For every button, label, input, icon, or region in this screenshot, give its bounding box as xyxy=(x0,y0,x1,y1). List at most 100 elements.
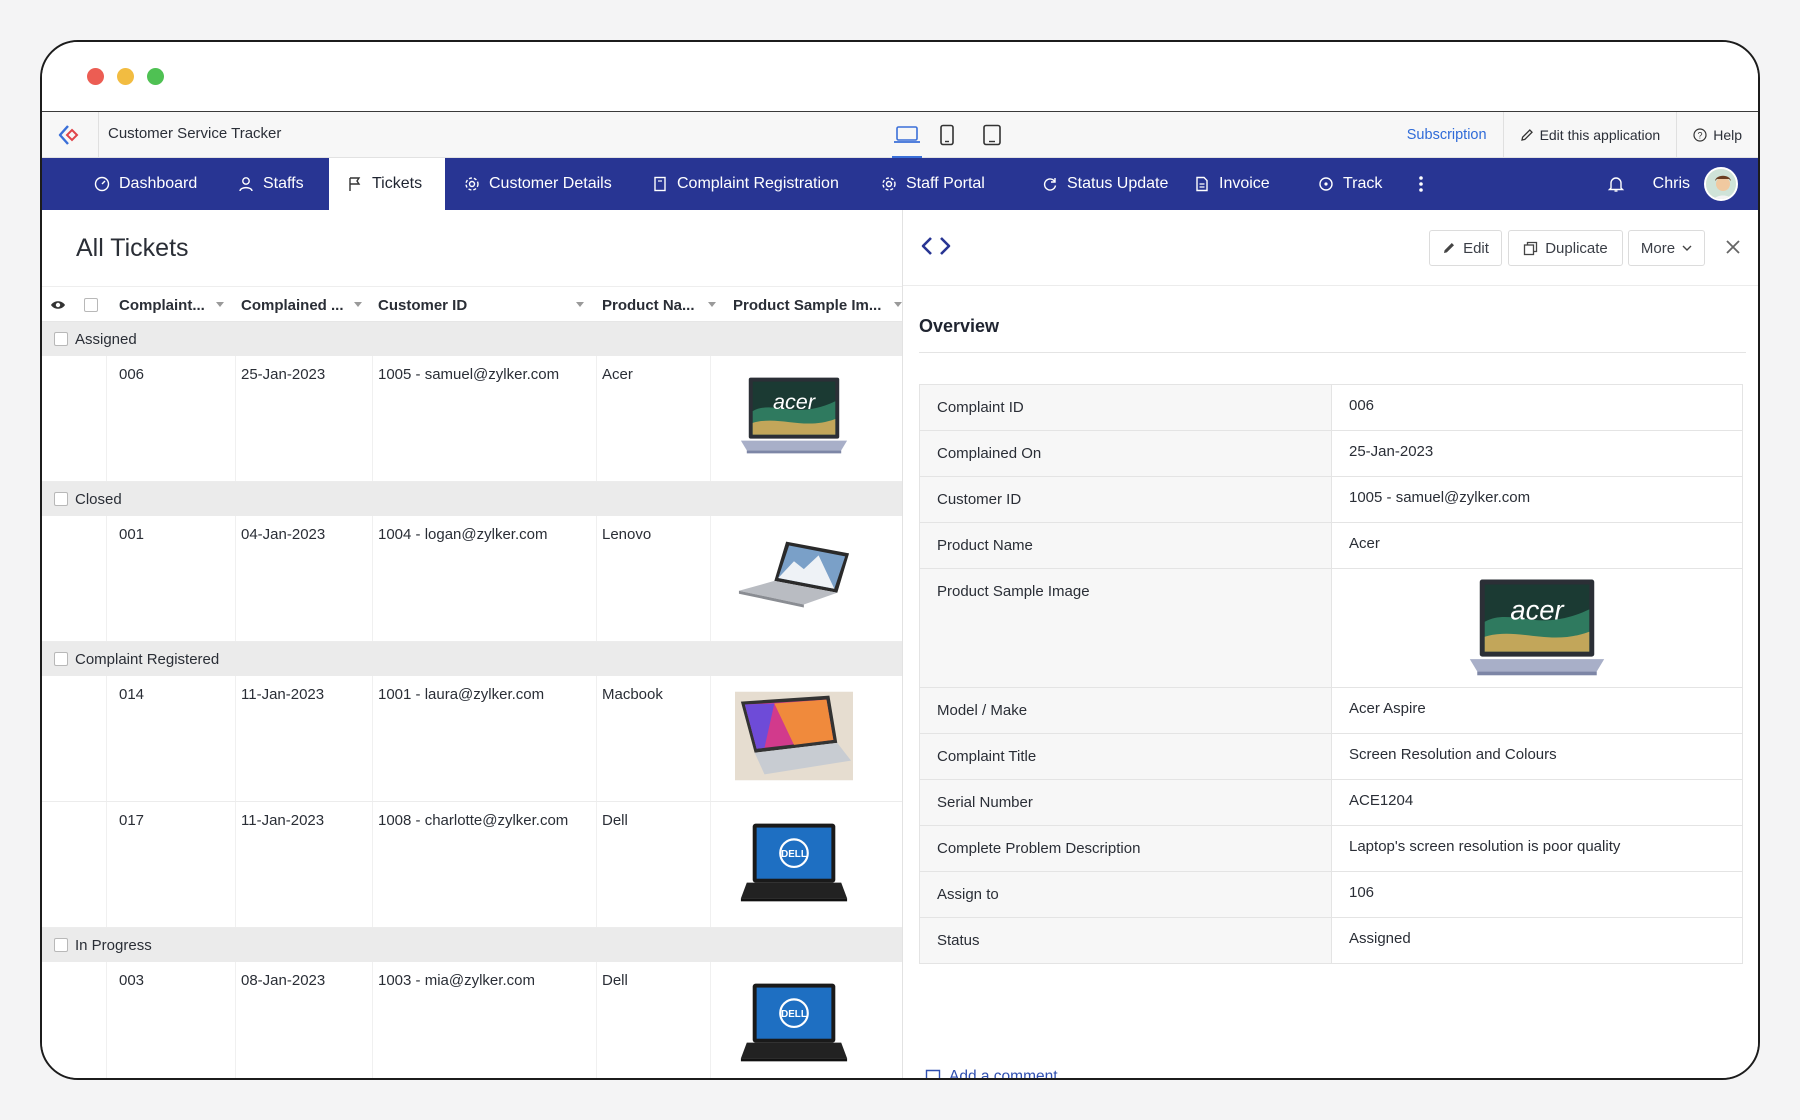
detail-row: Complained On 25-Jan-2023 xyxy=(920,431,1742,477)
mobile-view-button[interactable] xyxy=(932,122,962,148)
macbook-laptop-image[interactable] xyxy=(735,691,853,781)
cell-product-name: Dell xyxy=(602,812,628,829)
detail-row: Complete Problem Description Laptop's scr… xyxy=(920,826,1742,872)
window-titlebar xyxy=(42,42,1758,112)
avatar[interactable] xyxy=(1704,167,1738,201)
select-all-checkbox[interactable] xyxy=(84,287,98,323)
close-window-button[interactable] xyxy=(87,68,104,85)
code-icon[interactable] xyxy=(921,234,951,258)
group-header[interactable]: Assigned xyxy=(42,322,902,356)
close-icon[interactable] xyxy=(1724,238,1742,256)
group-checkbox[interactable] xyxy=(54,652,68,666)
nav-item-dashboard[interactable]: Dashboard xyxy=(94,158,197,210)
dell-laptop-image[interactable]: DELL xyxy=(735,817,853,907)
lenovo-laptop-image[interactable] xyxy=(735,531,853,621)
chevron-down-icon[interactable] xyxy=(708,302,716,307)
section-title: Overview xyxy=(919,316,1000,336)
main-nav: Dashboard Staffs Tickets Customer Detail… xyxy=(42,158,1758,210)
app-header: Customer Service Tracker Subscription Ed… xyxy=(42,112,1758,158)
nav-item-invoice[interactable]: Invoice xyxy=(1194,158,1270,210)
nav-item-status-update[interactable]: Status Update xyxy=(1042,158,1168,210)
nav-more-button[interactable] xyxy=(1418,158,1424,210)
column-header-product-name[interactable]: Product Na... xyxy=(602,287,695,323)
table-row[interactable]: 001 04-Jan-2023 1004 - logan@zylker.com Len… xyxy=(42,516,902,642)
nav-item-tickets[interactable]: Tickets xyxy=(329,158,445,210)
chevron-down-icon[interactable] xyxy=(354,302,362,307)
dashboard-icon xyxy=(94,176,110,192)
more-button[interactable]: More xyxy=(1628,230,1705,266)
app-logo-icon[interactable] xyxy=(58,123,82,147)
nav-item-track[interactable]: Track xyxy=(1318,158,1382,210)
app-header-actions: Subscription Edit this application ? Hel… xyxy=(1391,112,1758,158)
app-window: Customer Service Tracker Subscription Ed… xyxy=(40,40,1760,1080)
table-row[interactable]: 006 25-Jan-2023 1005 - samuel@zylker.com Ac… xyxy=(42,356,902,482)
cell-customer-id: 1001 - laura@zylker.com xyxy=(378,686,545,703)
bell-icon[interactable] xyxy=(1607,175,1625,193)
chevron-down-icon[interactable] xyxy=(576,302,584,307)
desktop-view-button[interactable] xyxy=(892,122,922,158)
duplicate-button-label: Duplicate xyxy=(1545,239,1608,257)
cell-complaint-id: 014 xyxy=(119,686,145,703)
nav-label: Status Update xyxy=(1067,175,1169,192)
field-value: Laptop's screen resolution is poor quali… xyxy=(1332,826,1742,871)
group-checkbox[interactable] xyxy=(54,332,68,346)
nav-item-customer-details[interactable]: Customer Details xyxy=(464,158,612,210)
nav-item-complaint-registration[interactable]: Complaint Registration xyxy=(652,158,839,210)
cell-customer-id: 1005 - samuel@zylker.com xyxy=(378,366,560,383)
acer-laptop-image[interactable]: acer xyxy=(1462,572,1612,684)
maximize-window-button[interactable] xyxy=(147,68,164,85)
column-header-complained-on[interactable]: Complained ... xyxy=(241,287,344,323)
field-value: ACE1204 xyxy=(1332,780,1742,825)
cell-complained-on: 08-Jan-2023 xyxy=(241,972,326,989)
group-header[interactable]: In Progress xyxy=(42,928,902,962)
checkbox[interactable] xyxy=(84,298,98,312)
nav-label: Staff Portal xyxy=(906,175,985,192)
tickets-table: Complaint... Complained ... Customer ID … xyxy=(42,286,902,1078)
nav-label: Staffs xyxy=(263,175,304,192)
detail-row: Product Sample Image acer xyxy=(920,569,1742,688)
edit-application-label: Edit this application xyxy=(1539,127,1661,143)
column-header-product-sample-image[interactable]: Product Sample Im... xyxy=(733,287,881,323)
column-visibility-toggle[interactable] xyxy=(50,287,66,323)
column-divider xyxy=(106,516,107,641)
group-header[interactable]: Complaint Registered xyxy=(42,642,902,676)
duplicate-button[interactable]: Duplicate xyxy=(1508,230,1623,266)
field-value: Assigned xyxy=(1332,918,1742,963)
column-divider xyxy=(596,802,597,927)
tablet-icon xyxy=(983,124,1001,146)
add-comment-link[interactable]: Add a comment xyxy=(925,1068,1058,1078)
field-label: Status xyxy=(920,918,1332,963)
minimize-window-button[interactable] xyxy=(117,68,134,85)
edit-application-button[interactable]: Edit this application xyxy=(1502,112,1677,158)
svg-text:acer: acer xyxy=(773,389,816,414)
help-icon: ? xyxy=(1693,128,1707,142)
table-row[interactable]: 017 11-Jan-2023 1008 - charlotte@zylker.co… xyxy=(42,802,902,928)
field-value: 006 xyxy=(1332,385,1742,430)
nav-item-staffs[interactable]: Staffs xyxy=(238,158,304,210)
dell-laptop-image[interactable]: DELL xyxy=(735,977,853,1067)
detail-row: Serial Number ACE1204 xyxy=(920,780,1742,826)
group-header[interactable]: Closed xyxy=(42,482,902,516)
table-row[interactable]: 003 08-Jan-2023 1003 - mia@zylker.com Dell D… xyxy=(42,962,902,1078)
group-checkbox[interactable] xyxy=(54,938,68,952)
edit-button[interactable]: Edit xyxy=(1429,230,1502,266)
subscription-link[interactable]: Subscription xyxy=(1391,112,1503,158)
group-checkbox[interactable] xyxy=(54,492,68,506)
chevron-down-icon[interactable] xyxy=(216,302,224,307)
gear-icon xyxy=(882,177,896,191)
detail-row: Complaint ID 006 xyxy=(920,385,1742,431)
column-divider xyxy=(596,356,597,481)
field-value: 106 xyxy=(1332,872,1742,917)
help-button[interactable]: ? Help xyxy=(1676,112,1758,158)
column-header-complaint-id[interactable]: Complaint... xyxy=(119,287,205,323)
cell-complained-on: 11-Jan-2023 xyxy=(241,686,325,703)
nav-item-staff-portal[interactable]: Staff Portal xyxy=(881,158,985,210)
column-header-customer-id[interactable]: Customer ID xyxy=(378,287,467,323)
table-row[interactable]: 014 11-Jan-2023 1001 - laura@zylker.com Mac… xyxy=(42,676,902,802)
tablet-view-button[interactable] xyxy=(977,122,1007,148)
user-menu[interactable]: Chris xyxy=(1607,158,1738,210)
group-label: Closed xyxy=(75,490,122,508)
chevron-down-icon[interactable] xyxy=(894,302,902,307)
svg-text:DELL: DELL xyxy=(781,1009,807,1020)
acer-laptop-image[interactable]: acer xyxy=(735,371,853,461)
